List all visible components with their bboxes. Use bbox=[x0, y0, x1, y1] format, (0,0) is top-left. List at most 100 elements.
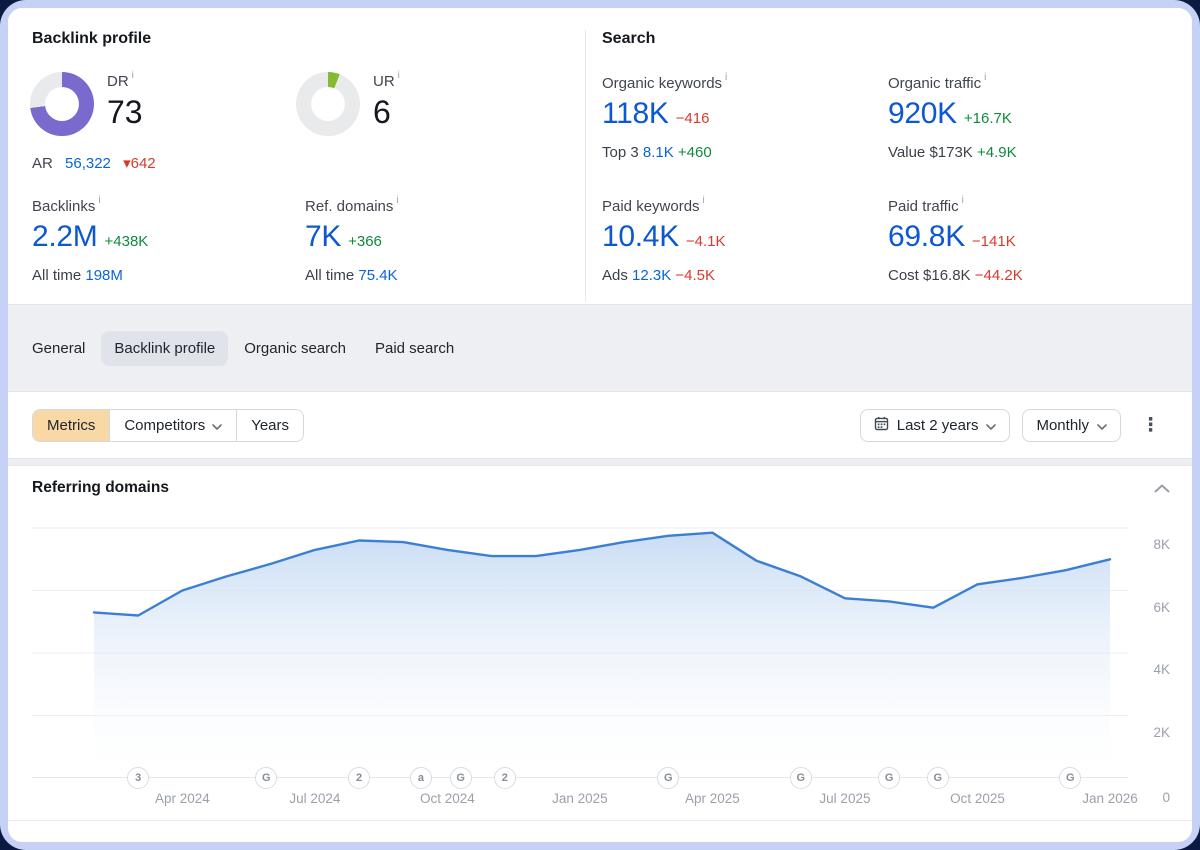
ur-donut-chart bbox=[296, 72, 360, 136]
ads-link[interactable]: 12.3K bbox=[632, 267, 671, 284]
domain-rating-block: DRi 73 bbox=[30, 72, 143, 136]
dr-value: 73 bbox=[107, 96, 143, 129]
x-axis-tick-label: Oct 2024 bbox=[397, 791, 497, 806]
event-marker[interactable]: G bbox=[450, 767, 472, 789]
info-icon[interactable]: i bbox=[725, 72, 727, 83]
competitors-segment-button[interactable]: Competitors bbox=[110, 410, 237, 441]
backlinks-label: Backlinksi bbox=[32, 197, 148, 215]
toolbar-right-group: Last 2 years Monthly ⋮ bbox=[860, 409, 1168, 442]
tab-organic-search[interactable]: Organic search bbox=[231, 331, 359, 366]
organic-traffic-value[interactable]: 920K bbox=[888, 97, 957, 130]
organic-keywords-value[interactable]: 118K bbox=[602, 97, 669, 130]
organic-keywords-delta: −416 bbox=[676, 110, 710, 127]
info-icon[interactable]: i bbox=[98, 195, 100, 206]
tab-general[interactable]: General bbox=[19, 331, 98, 366]
ref-domains-metric: Ref. domainsi 7K+366 All time 75.4K bbox=[305, 197, 399, 284]
tab-paid-search[interactable]: Paid search bbox=[362, 331, 467, 366]
organic-traffic-label: Organic traffici bbox=[888, 74, 1017, 92]
calendar-icon bbox=[874, 416, 889, 435]
section-bottom-divider bbox=[8, 820, 1192, 821]
x-axis-tick-label: Jan 2025 bbox=[530, 791, 630, 806]
ahrefs-rank-row: AR 56,322 ▾642 bbox=[32, 154, 156, 172]
chart-toolbar: Metrics Competitors Years Last 2 years M… bbox=[8, 392, 1192, 458]
app-frame: Backlink profile DRi 73 URi 6 AR 56,322 … bbox=[0, 0, 1200, 850]
ar-delta: ▾642 bbox=[123, 155, 156, 172]
ref-domains-value[interactable]: 7K bbox=[305, 220, 341, 253]
backlinks-value[interactable]: 2.2M bbox=[32, 220, 98, 253]
paid-keywords-label: Paid keywordsi bbox=[602, 197, 726, 215]
dr-label: DRi bbox=[107, 72, 143, 90]
referring-domains-section: Referring domains 8K6K4K2K0Apr 2024Jul 2… bbox=[8, 466, 1192, 842]
paid-keywords-value[interactable]: 10.4K bbox=[602, 220, 679, 253]
top3-link[interactable]: 8.1K bbox=[643, 144, 674, 161]
event-marker[interactable]: G bbox=[790, 767, 812, 789]
more-options-button[interactable]: ⋮ bbox=[1133, 414, 1168, 437]
event-marker[interactable]: 2 bbox=[348, 767, 370, 789]
paid-keywords-delta: −4.1K bbox=[686, 233, 726, 250]
ur-value: 6 bbox=[373, 96, 400, 129]
y-axis-tick-label: 8K bbox=[1130, 537, 1170, 552]
event-marker[interactable]: G bbox=[878, 767, 900, 789]
event-marker[interactable]: 2 bbox=[494, 767, 516, 789]
area-chart-canvas bbox=[32, 518, 1128, 780]
backlinks-alltime-link[interactable]: 198M bbox=[85, 267, 123, 284]
event-marker[interactable]: a bbox=[410, 767, 432, 789]
header-divider bbox=[585, 30, 586, 302]
organic-traffic-sub-row: Value $173K +4.9K bbox=[888, 144, 1017, 161]
organic-traffic-metric: Organic traffici 920K +16.7K Value $173K … bbox=[888, 74, 1017, 161]
event-marker[interactable]: G bbox=[255, 767, 277, 789]
paid-traffic-delta: −141K bbox=[972, 233, 1016, 250]
info-icon[interactable]: i bbox=[962, 195, 964, 206]
y-axis-tick-label: 2K bbox=[1130, 725, 1170, 740]
overview-header: Backlink profile DRi 73 URi 6 AR 56,322 … bbox=[8, 8, 1192, 304]
referring-domains-chart[interactable]: 8K6K4K2K0Apr 2024Jul 2024Oct 2024Jan 202… bbox=[32, 518, 1128, 818]
event-marker[interactable]: G bbox=[1059, 767, 1081, 789]
paid-traffic-value[interactable]: 69.8K bbox=[888, 220, 965, 253]
ar-value-link[interactable]: 56,322 bbox=[65, 155, 111, 172]
y-axis-tick-label: 6K bbox=[1130, 600, 1170, 615]
paid-traffic-label: Paid traffici bbox=[888, 197, 1023, 215]
info-icon[interactable]: i bbox=[396, 195, 398, 206]
organic-keywords-metric: Organic keywordsi 118K −416 Top 3 8.1K +4… bbox=[602, 74, 727, 161]
overview-card: Backlink profile DRi 73 URi 6 AR 56,322 … bbox=[8, 8, 1192, 842]
chevron-down-icon bbox=[1097, 417, 1107, 434]
x-axis-tick-label: Jul 2025 bbox=[795, 791, 895, 806]
x-axis-tick-label: Jul 2024 bbox=[265, 791, 365, 806]
organic-keywords-label: Organic keywordsi bbox=[602, 74, 727, 92]
view-segmented-control: Metrics Competitors Years bbox=[32, 409, 304, 442]
section-divider bbox=[8, 458, 1192, 466]
event-marker[interactable]: G bbox=[657, 767, 679, 789]
ur-label: URi bbox=[373, 72, 400, 90]
backlinks-delta: +438K bbox=[105, 233, 149, 250]
event-marker[interactable]: 3 bbox=[127, 767, 149, 789]
ref-domains-alltime-link[interactable]: 75.4K bbox=[358, 267, 397, 284]
event-marker[interactable]: G bbox=[927, 767, 949, 789]
info-icon[interactable]: i bbox=[703, 195, 705, 206]
dr-donut-chart bbox=[30, 72, 94, 136]
chart-title: Referring domains bbox=[32, 479, 169, 497]
organic-keywords-sub-row: Top 3 8.1K +460 bbox=[602, 144, 727, 161]
info-icon[interactable]: i bbox=[984, 72, 986, 83]
tab-backlink-profile[interactable]: Backlink profile bbox=[101, 331, 228, 366]
collapse-section-button[interactable] bbox=[1154, 480, 1170, 498]
ref-domains-label: Ref. domainsi bbox=[305, 197, 399, 215]
ref-domains-alltime-row: All time 75.4K bbox=[305, 267, 399, 284]
ar-label: AR bbox=[32, 155, 53, 172]
backlinks-metric: Backlinksi 2.2M+438K All time 198M bbox=[32, 197, 148, 284]
chevron-up-icon bbox=[1154, 484, 1170, 493]
date-range-button[interactable]: Last 2 years bbox=[860, 409, 1011, 442]
y-axis-tick-label: 4K bbox=[1130, 662, 1170, 677]
organic-traffic-delta: +16.7K bbox=[964, 110, 1012, 127]
x-axis-tick-label: Apr 2025 bbox=[662, 791, 762, 806]
x-axis-tick-label: Jan 2026 bbox=[1060, 791, 1160, 806]
x-axis-tick-label: Oct 2025 bbox=[927, 791, 1027, 806]
url-rating-block: URi 6 bbox=[296, 72, 400, 136]
metrics-segment-button[interactable]: Metrics bbox=[33, 410, 110, 441]
backlink-profile-section-title: Backlink profile bbox=[32, 30, 151, 48]
info-icon[interactable]: i bbox=[398, 70, 400, 81]
paid-keywords-metric: Paid keywordsi 10.4K−4.1K Ads 12.3K −4.5… bbox=[602, 197, 726, 284]
interval-button[interactable]: Monthly bbox=[1022, 409, 1121, 442]
years-segment-button[interactable]: Years bbox=[237, 410, 303, 441]
chevron-down-icon bbox=[986, 417, 996, 434]
info-icon[interactable]: i bbox=[132, 70, 134, 81]
